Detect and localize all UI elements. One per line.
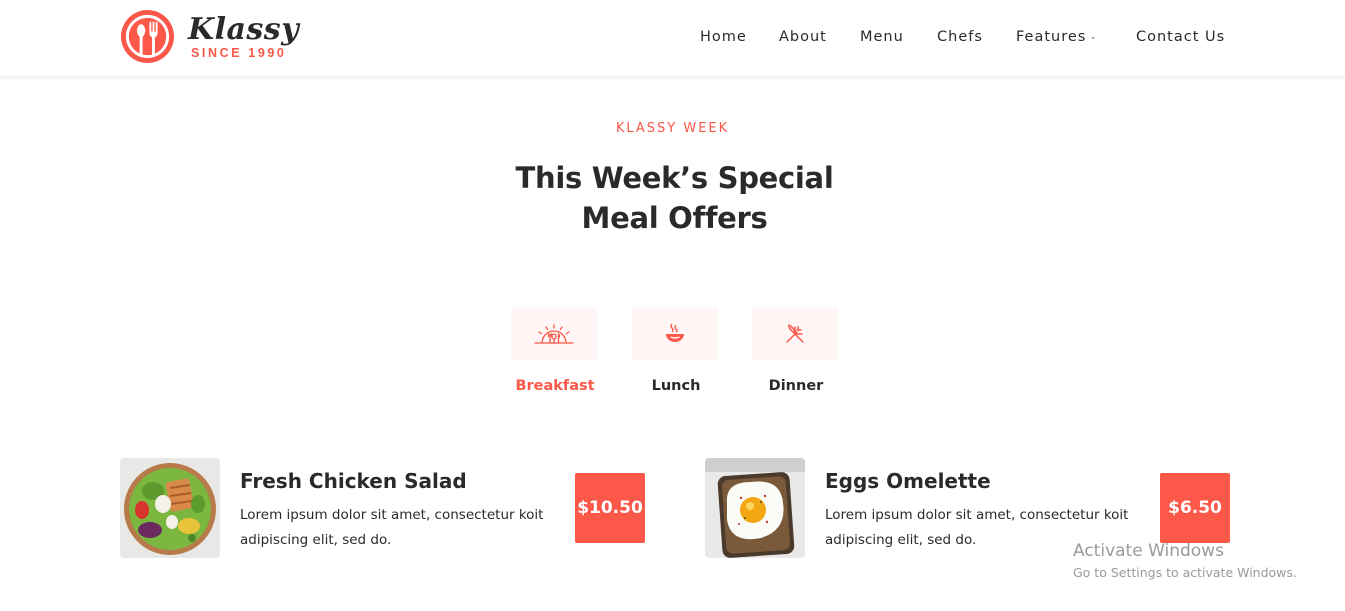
item-name: Eggs Omelette — [825, 469, 991, 493]
section-title-line1: This Week’s Special — [515, 161, 834, 195]
price-badge: $10.50 — [575, 473, 645, 543]
watermark-subtitle: Go to Settings to activate Windows. — [1073, 565, 1297, 580]
fork-knife-icon — [786, 323, 804, 343]
item-name: Fresh Chicken Salad — [240, 469, 467, 493]
tab-breakfast-icon-box — [511, 307, 597, 360]
tab-breakfast-label: Breakfast — [515, 378, 595, 394]
nav-features-label: Features — [1016, 29, 1087, 45]
logo[interactable]: Klassy SINCE 1990 — [120, 9, 300, 65]
tab-lunch[interactable]: Lunch — [632, 307, 720, 395]
watermark-title: Activate Windows — [1073, 541, 1224, 561]
salad-bowl-image — [120, 458, 220, 558]
item-description: Lorem ipsum dolor sit amet, consectetur … — [240, 507, 544, 548]
section-title-line2: Meal Offers — [581, 201, 768, 235]
section-title: This Week’s Special Meal Offers — [472, 158, 877, 238]
section-eyebrow: KLASSY WEEK — [615, 121, 730, 136]
site-header: Klassy SINCE 1990 Home About Menu Chefs … — [0, 0, 1345, 76]
tab-lunch-icon-box — [632, 307, 718, 360]
chevron-down-icon: ⌄ — [1089, 32, 1098, 42]
tab-dinner[interactable]: Dinner — [752, 307, 840, 395]
logo-name: Klassy — [188, 12, 300, 47]
egg-toast-image — [705, 458, 805, 558]
logo-tagline: SINCE 1990 — [191, 46, 287, 60]
price-badge: $6.50 — [1160, 473, 1230, 543]
breakfast-icon — [534, 323, 574, 344]
tab-dinner-icon-box — [752, 307, 838, 360]
tab-breakfast[interactable]: Breakfast — [511, 307, 599, 395]
nav-chefs[interactable]: Chefs — [937, 27, 983, 47]
nav-contact-us[interactable]: Contact Us — [1136, 27, 1225, 47]
nav-features[interactable]: Features ⌄ — [1016, 27, 1098, 47]
tab-lunch-label: Lunch — [651, 378, 701, 394]
tab-dinner-label: Dinner — [768, 378, 824, 394]
logo-icon — [120, 9, 175, 64]
nav-home[interactable]: Home — [700, 27, 747, 47]
activate-windows-watermark: Activate Windows Go to Settings to activ… — [1073, 541, 1297, 585]
bowl-icon — [666, 323, 684, 342]
menu-item[interactable]: Fresh Chicken Salad Lorem ipsum dolor si… — [120, 458, 645, 558]
nav-menu[interactable]: Menu — [860, 27, 904, 47]
nav-about[interactable]: About — [779, 27, 827, 47]
